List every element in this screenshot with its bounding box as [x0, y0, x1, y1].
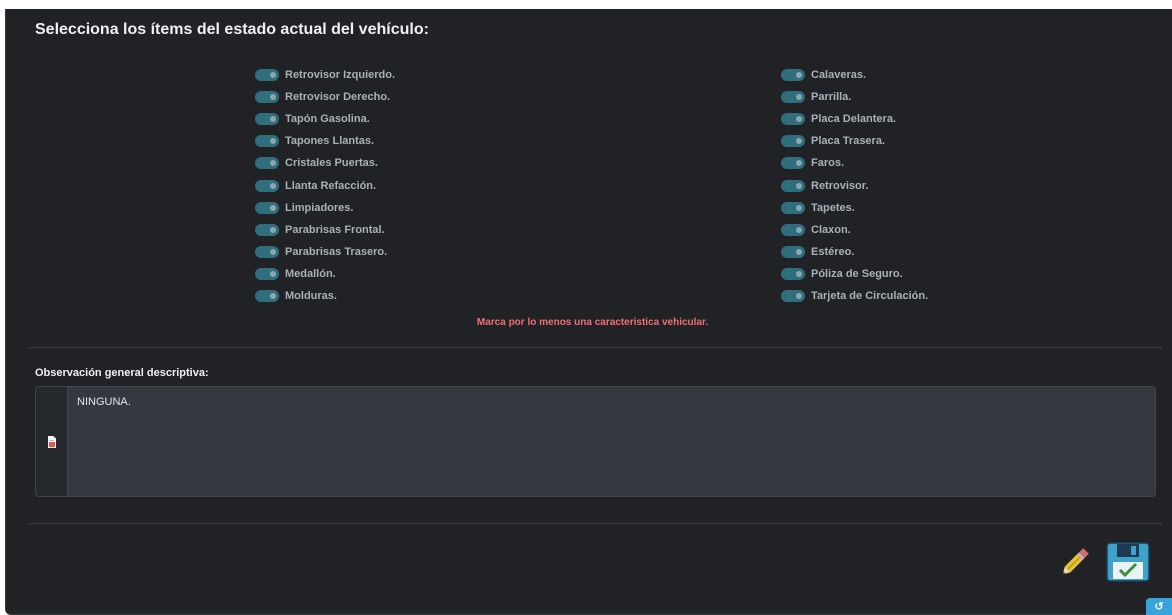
item-label: Placa Delantera.: [811, 113, 896, 126]
item-toggle[interactable]: [255, 135, 279, 148]
item-toggle[interactable]: [781, 267, 805, 280]
item-toggle[interactable]: [781, 289, 805, 302]
item-row[interactable]: Faros.: [781, 152, 928, 174]
item-row[interactable]: Tarjeta de Circulación.: [781, 285, 928, 307]
vehicle-status-panel: Selecciona los ítems del estado actual d…: [5, 9, 1172, 615]
validation-message: Marca por lo menos una caracteristica ve…: [476, 317, 709, 328]
item-row[interactable]: Retrovisor.: [781, 174, 928, 196]
item-toggle[interactable]: [781, 113, 805, 126]
item-toggle[interactable]: [255, 69, 279, 82]
item-label: Cristales Puertas.: [285, 157, 378, 170]
divider: [29, 347, 1162, 348]
section-title: Selecciona los ítems del estado actual d…: [35, 21, 429, 38]
item-label: Retrovisor.: [811, 179, 869, 192]
item-label: Póliza de Seguro.: [811, 267, 903, 280]
item-label: Medallón.: [285, 267, 336, 280]
item-toggle[interactable]: [255, 267, 279, 280]
item-label: Tapón Gasolina.: [285, 113, 370, 126]
item-toggle[interactable]: [255, 179, 279, 192]
item-row[interactable]: Tapones Llantas.: [255, 130, 395, 152]
item-label: Tapetes.: [811, 201, 855, 214]
item-toggle[interactable]: [781, 245, 805, 258]
observation-addon: [36, 387, 68, 496]
item-toggle[interactable]: [781, 69, 805, 82]
item-toggle[interactable]: [255, 245, 279, 258]
item-label: Parrilla.: [811, 91, 852, 104]
item-toggle[interactable]: [781, 91, 805, 104]
item-row[interactable]: Parrilla.: [781, 86, 928, 108]
items-column-left: Retrovisor Izquierdo. Retrovisor Derecho…: [255, 64, 395, 307]
item-label: Parabrisas Frontal.: [285, 223, 385, 236]
item-row[interactable]: Claxon.: [781, 219, 928, 241]
item-toggle[interactable]: [781, 223, 805, 236]
item-toggle[interactable]: [781, 179, 805, 192]
item-label: Tarjeta de Circulación.: [811, 289, 929, 302]
item-toggle[interactable]: [255, 289, 279, 302]
item-row[interactable]: Parabrisas Frontal.: [255, 219, 395, 241]
item-row[interactable]: Placa Delantera.: [781, 108, 928, 130]
item-toggle[interactable]: [255, 201, 279, 214]
expand-icon: ↺: [1154, 601, 1164, 613]
item-row[interactable]: Parabrisas Trasero.: [255, 241, 395, 263]
item-label: Llanta Refacción.: [285, 179, 377, 192]
item-label: Estéreo.: [811, 245, 855, 258]
observation-label: Observación general descriptiva:: [35, 367, 209, 379]
item-row[interactable]: Cristales Puertas.: [255, 152, 395, 174]
item-toggle[interactable]: [255, 157, 279, 170]
item-row[interactable]: Llanta Refacción.: [255, 174, 395, 196]
item-label: Parabrisas Trasero.: [285, 245, 388, 258]
item-label: Molduras.: [285, 289, 337, 302]
item-label: Placa Trasera.: [811, 135, 886, 148]
item-toggle[interactable]: [781, 135, 805, 148]
item-toggle[interactable]: [255, 91, 279, 104]
item-row[interactable]: Calaveras.: [781, 64, 928, 86]
item-toggle[interactable]: [255, 113, 279, 126]
item-row[interactable]: Tapón Gasolina.: [255, 108, 395, 130]
item-toggle[interactable]: [781, 157, 805, 170]
item-toggle[interactable]: [781, 201, 805, 214]
item-label: Limpiadores.: [285, 201, 354, 214]
item-label: Calaveras.: [811, 69, 867, 82]
item-row[interactable]: Estéreo.: [781, 241, 928, 263]
item-row[interactable]: Retrovisor Derecho.: [255, 86, 395, 108]
item-row[interactable]: Placa Trasera.: [781, 130, 928, 152]
item-label: Tapones Llantas.: [285, 135, 375, 148]
observation-textarea[interactable]: NINGUNA.: [68, 387, 1155, 496]
item-label: Retrovisor Izquierdo.: [285, 69, 396, 82]
observation-field[interactable]: NINGUNA.: [35, 386, 1156, 497]
corner-button[interactable]: ↺: [1146, 598, 1172, 615]
item-row[interactable]: Medallón.: [255, 263, 395, 285]
item-row[interactable]: Limpiadores.: [255, 197, 395, 219]
items-column-right: Calaveras. Parrilla. Placa Delantera. Pl…: [781, 64, 928, 307]
item-row[interactable]: Póliza de Seguro.: [781, 263, 928, 285]
pencil-icon[interactable]: [1055, 544, 1093, 582]
document-icon: [47, 435, 56, 448]
item-row[interactable]: Retrovisor Izquierdo.: [255, 64, 395, 86]
item-label: Retrovisor Derecho.: [285, 91, 391, 104]
divider: [29, 523, 1162, 524]
floppy-disk-icon[interactable]: [1105, 542, 1151, 582]
item-label: Claxon.: [811, 223, 851, 236]
item-toggle[interactable]: [255, 223, 279, 236]
item-row[interactable]: Molduras.: [255, 285, 395, 307]
item-row[interactable]: Tapetes.: [781, 197, 928, 219]
item-label: Faros.: [811, 157, 845, 170]
